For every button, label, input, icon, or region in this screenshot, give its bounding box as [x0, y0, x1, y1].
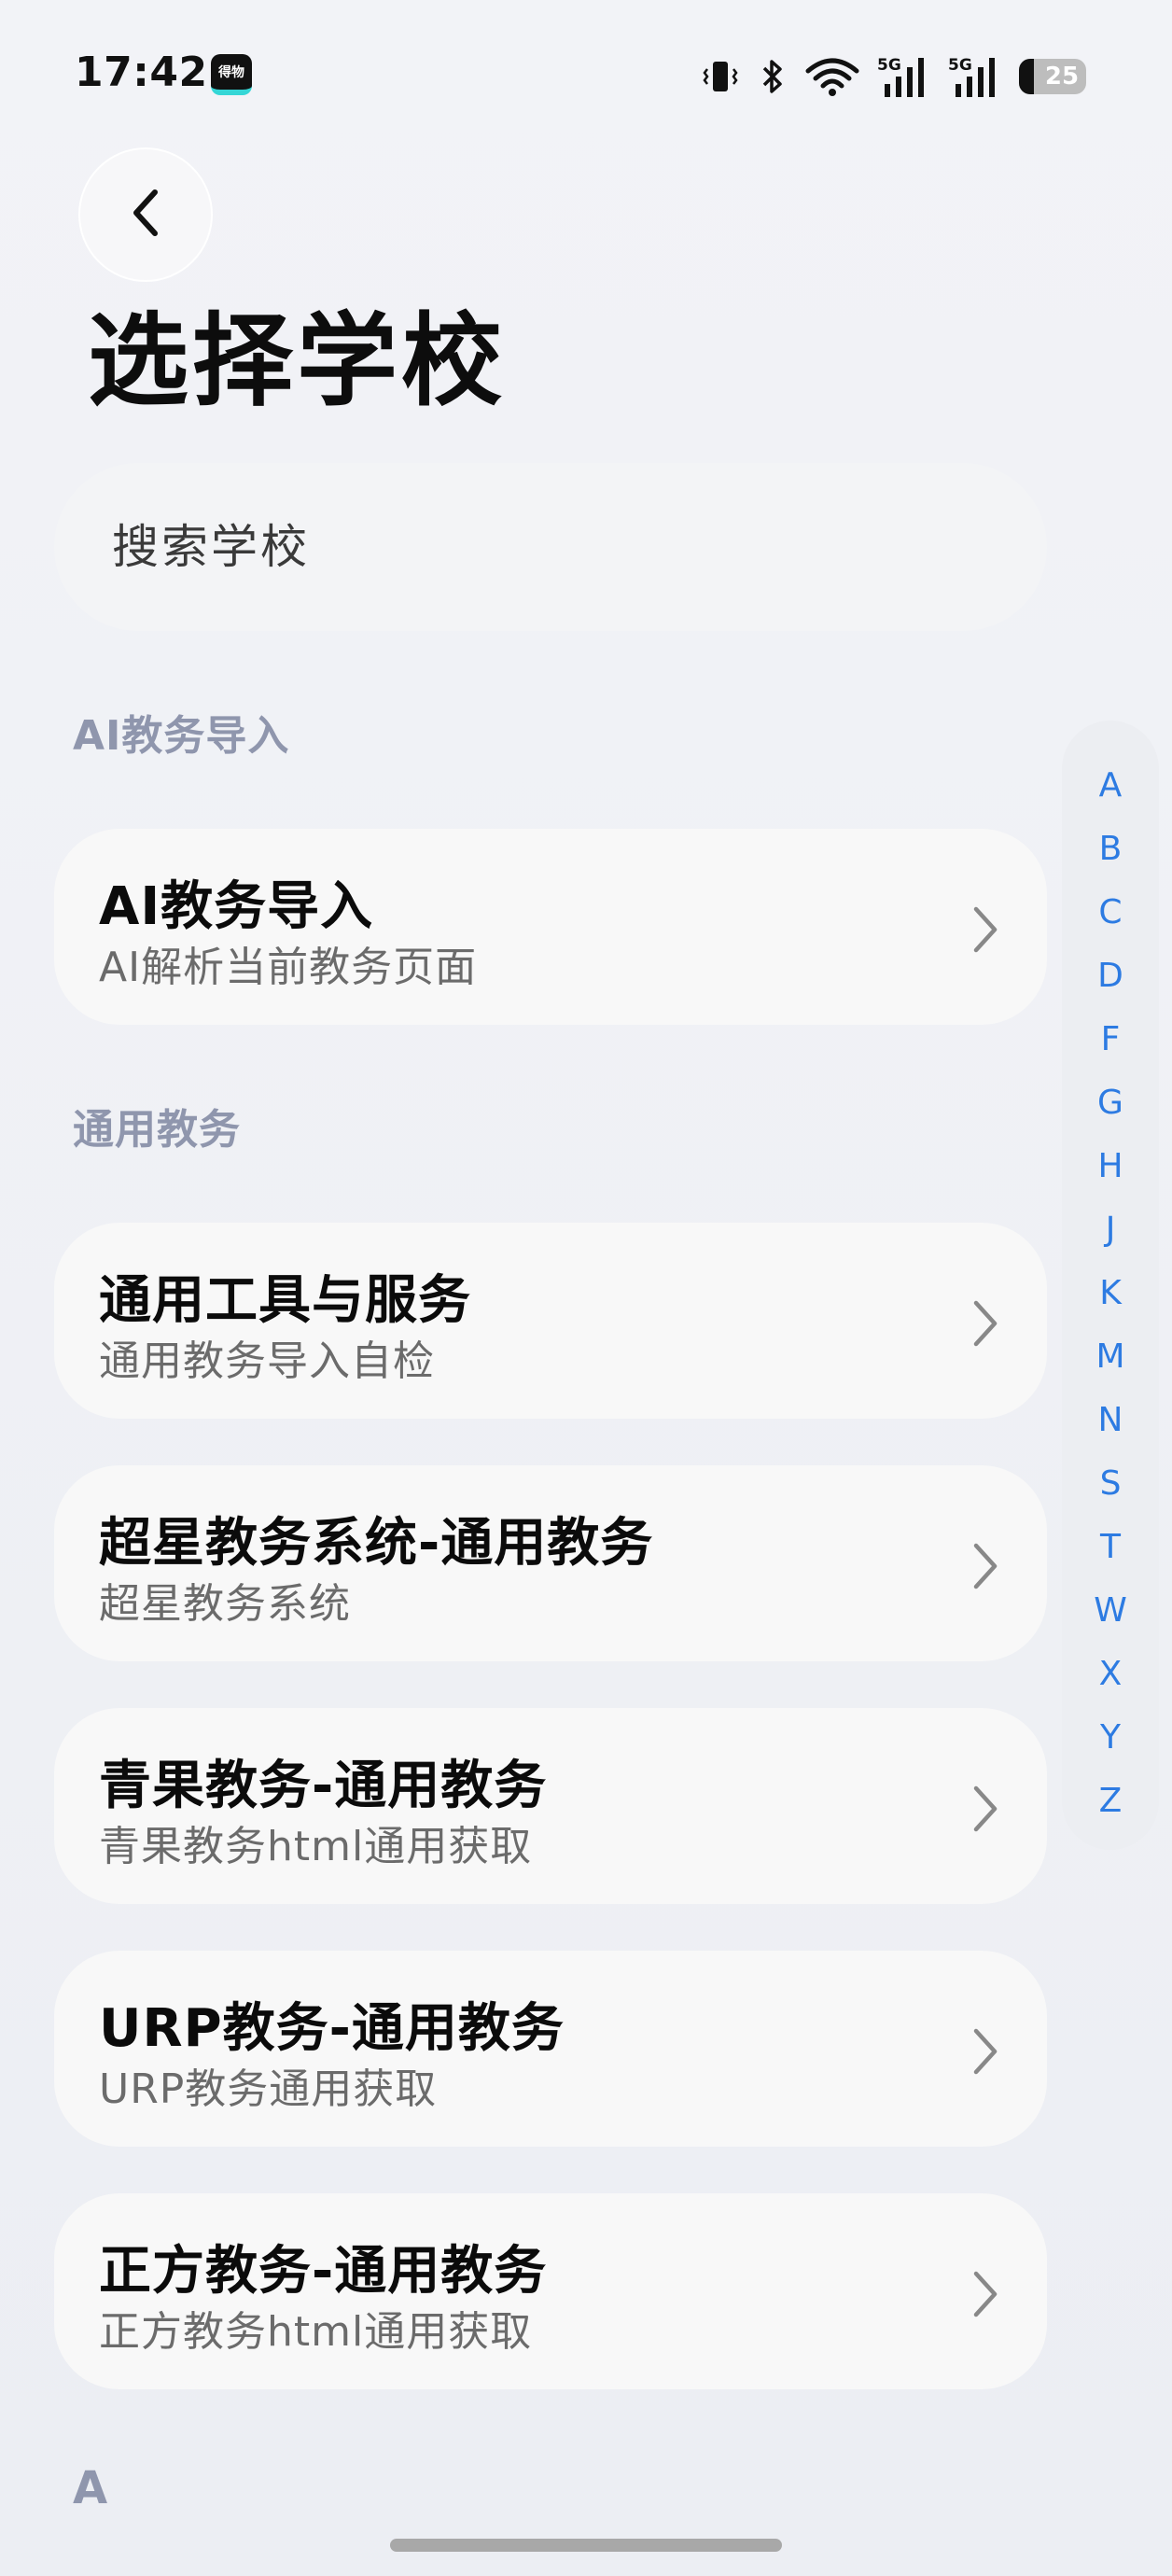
index-letter-k[interactable]: K [1062, 1262, 1159, 1325]
item-subtitle: 通用教务导入自检 [99, 1337, 435, 1385]
item-subtitle: 正方教务html通用获取 [99, 2308, 533, 2356]
signal-5g-icon: 5G [948, 54, 1002, 99]
index-letter-f[interactable]: F [1062, 1008, 1159, 1071]
item-title: 超星教务系统-通用教务 [99, 1513, 654, 1574]
chevron-right-icon [969, 903, 1002, 956]
index-letter-y[interactable]: Y [1062, 1706, 1159, 1770]
item-subtitle: 超星教务系统 [99, 1580, 351, 1628]
index-letter-s[interactable]: S [1062, 1452, 1159, 1516]
index-letter-c[interactable]: C [1062, 881, 1159, 945]
index-letter-m[interactable]: M [1062, 1325, 1159, 1389]
svg-text:5G: 5G [948, 56, 972, 75]
index-letter-h[interactable]: H [1062, 1135, 1159, 1198]
index-letter-d[interactable]: D [1062, 945, 1159, 1008]
chevron-right-icon [969, 1540, 1002, 1592]
item-title: 正方教务-通用教务 [99, 2241, 548, 2302]
chevron-right-icon [969, 1783, 1002, 1835]
item-subtitle: 青果教务html通用获取 [99, 1823, 533, 1870]
item-title: AI教务导入 [99, 876, 374, 937]
signal-5g-icon: 5G [877, 54, 931, 99]
app-notification-icon: 得物 [211, 54, 252, 95]
section-header-a: A [73, 2462, 109, 2514]
item-title: 通用工具与服务 [99, 1270, 471, 1331]
item-title: URP教务-通用教务 [99, 1998, 565, 2059]
chevron-right-icon [969, 2025, 1002, 2078]
section-header-general: 通用教务 [73, 1106, 241, 1154]
search-box[interactable] [54, 463, 1047, 631]
index-letter-z[interactable]: Z [1062, 1770, 1159, 1833]
index-letter-x[interactable]: X [1062, 1643, 1159, 1706]
index-letter-g[interactable]: G [1062, 1071, 1159, 1135]
index-letter-j[interactable]: J [1062, 1198, 1159, 1262]
index-letter-n[interactable]: N [1062, 1389, 1159, 1452]
wifi-icon [804, 56, 860, 97]
home-indicator[interactable] [390, 2539, 782, 2552]
item-title: 青果教务-通用教务 [99, 1756, 548, 1816]
back-button[interactable] [78, 147, 213, 282]
list-item-zhengfang[interactable]: 正方教务-通用教务 正方教务html通用获取 [54, 2193, 1047, 2389]
status-bar: 17:42 得物 5G 5G 25 [0, 0, 1172, 149]
page-title: 选择学校 [88, 303, 507, 420]
list-item-qingguo[interactable]: 青果教务-通用教务 青果教务html通用获取 [54, 1708, 1047, 1904]
index-letter-t[interactable]: T [1062, 1516, 1159, 1579]
battery-level: 25 [1044, 63, 1080, 91]
status-time: 17:42 [75, 49, 208, 96]
search-input[interactable] [112, 463, 952, 631]
section-header-ai: AI教务导入 [73, 712, 290, 760]
list-item-urp[interactable]: URP教务-通用教务 URP教务通用获取 [54, 1951, 1047, 2147]
chevron-right-icon [969, 1297, 1002, 1350]
status-icons: 5G 5G 25 [700, 54, 1086, 99]
chevron-right-icon [969, 2268, 1002, 2320]
vibrate-icon [700, 56, 741, 97]
index-letter-w[interactable]: W [1062, 1579, 1159, 1643]
item-subtitle: URP教务通用获取 [99, 2065, 438, 2113]
svg-text:5G: 5G [877, 56, 901, 75]
list-item-ai-import[interactable]: AI教务导入 AI解析当前教务页面 [54, 829, 1047, 1025]
index-letter-b[interactable]: B [1062, 818, 1159, 881]
index-letter-a[interactable]: A [1062, 754, 1159, 818]
bluetooth-icon [758, 56, 788, 97]
chevron-left-icon [127, 187, 164, 243]
item-subtitle: AI解析当前教务页面 [99, 944, 478, 991]
list-item-general-tools[interactable]: 通用工具与服务 通用教务导入自检 [54, 1223, 1047, 1419]
battery-icon: 25 [1019, 59, 1086, 94]
list-item-chaoxing[interactable]: 超星教务系统-通用教务 超星教务系统 [54, 1465, 1047, 1661]
alphabet-index[interactable]: A B C D F G H J K M N S T W X Y Z [1062, 721, 1159, 1850]
